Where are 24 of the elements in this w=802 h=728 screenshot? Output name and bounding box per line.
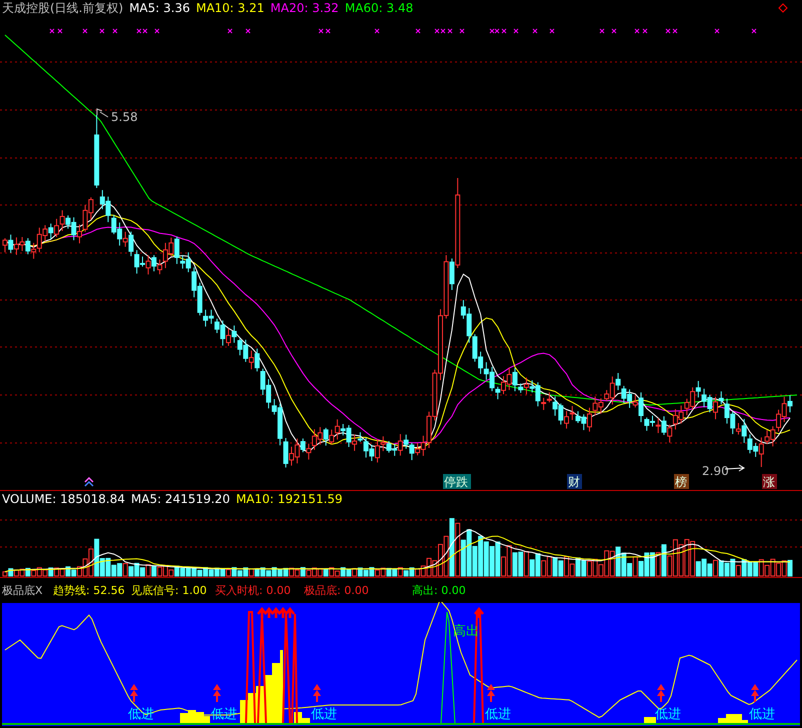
indicator-label: 趋势线: 52.56 xyxy=(53,583,125,598)
event-tag[interactable]: 榜 xyxy=(675,475,687,489)
ma-label: MA20: 3.32 xyxy=(270,1,339,15)
low-price-label: 2.90 xyxy=(702,464,729,478)
high-price-label: 5.58 xyxy=(111,110,138,124)
chart-title: 天成控股(日线.前复权) xyxy=(2,0,124,16)
buy-signal-label: 低进 xyxy=(655,707,681,722)
volume-label: VOLUME: 185018.84 xyxy=(2,492,125,506)
indicator-label: 极品底: 0.00 xyxy=(304,583,369,598)
ma-label: MA5: 3.36 xyxy=(129,1,190,15)
buy-signal-label: 低进 xyxy=(311,707,337,722)
event-tag[interactable]: 停跌 xyxy=(444,475,468,489)
ma-label: MA10: 3.21 xyxy=(196,1,264,15)
indicator-label: 高出: 0.00 xyxy=(412,583,466,598)
indicator-title: 极品底X xyxy=(2,583,43,598)
buy-signal-label: 低进 xyxy=(749,707,775,722)
volume-label: MA5: 241519.20 xyxy=(131,492,230,506)
event-tag[interactable]: 涨 xyxy=(763,475,775,489)
event-tag[interactable]: 财 xyxy=(568,475,580,489)
indicator-label: 买入时机: 0.00 xyxy=(215,583,291,598)
ma-label: MA60: 3.48 xyxy=(344,1,414,15)
buy-signal-label: 低进 xyxy=(485,707,511,722)
indicator-label: 见底信号: 1.00 xyxy=(131,583,207,598)
volume-label: MA10: 192151.59 xyxy=(236,492,343,506)
